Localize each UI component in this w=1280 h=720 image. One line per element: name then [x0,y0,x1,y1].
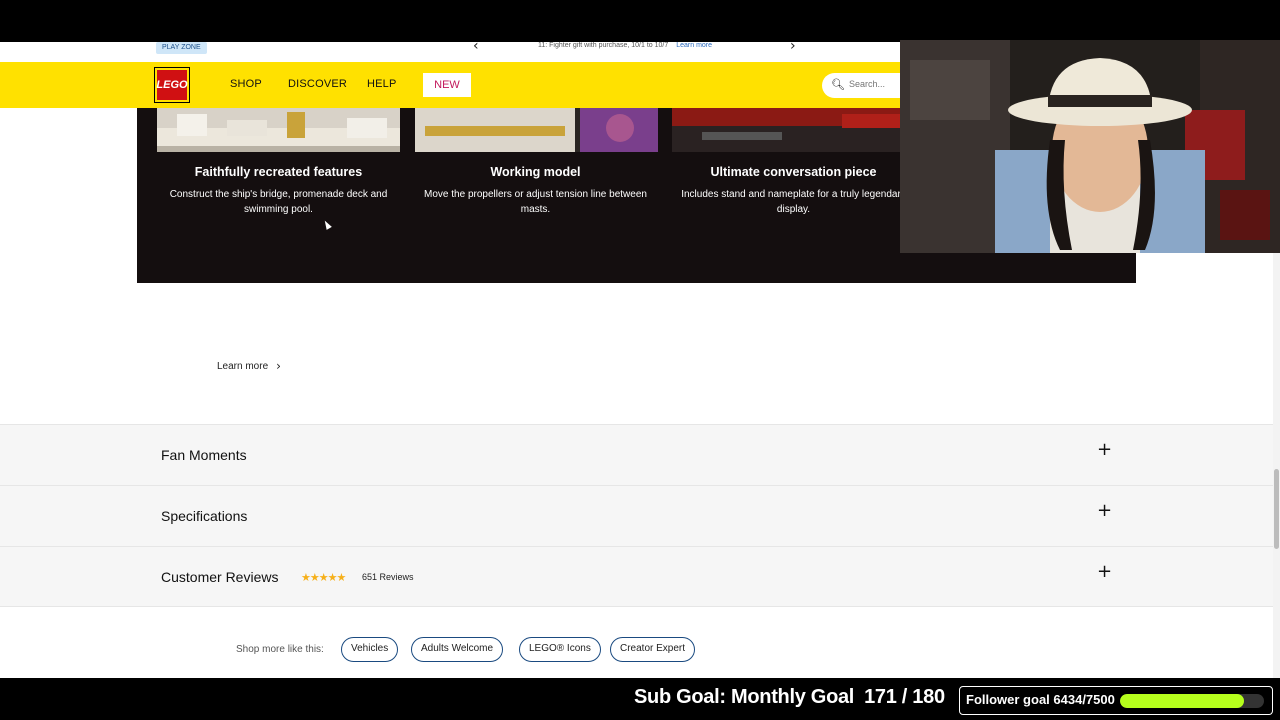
webcam-overlay [900,40,1280,253]
accordion-fan-moments[interactable]: Fan Moments + [0,424,1280,485]
promo-learn-more-link[interactable]: Learn more [676,42,712,49]
search-box[interactable]: 🔍︎ [822,73,912,98]
learn-more-label: Learn more [217,360,269,372]
search-icon: 🔍︎ [831,79,845,91]
feature-image-working-model [415,108,658,152]
plus-icon[interactable]: + [1097,561,1112,582]
review-count[interactable]: 651 Reviews [362,572,414,582]
feature-desc-2: Move the propellers or adjust tension li… [424,189,647,215]
main-nav: LEGO SHOP DISCOVER HELP NEW 🔍︎ [0,62,912,108]
follower-progress-fill [1120,694,1244,708]
feature-title-3: Ultimate conversation piece [710,165,877,179]
feature-title-1: Faithfully recreated features [194,165,363,179]
nav-help[interactable]: HELP [367,78,397,90]
promo-message-text: 11: Fighter gift with purchase, 10/1 to … [538,42,669,49]
sub-goal-count: 171 / 180 [864,686,945,708]
sub-goal-counter: Sub Goal: Monthly Goal 171 / 180 [634,686,945,709]
promo-message: 11: Fighter gift with purchase, 10/1 to … [538,42,712,50]
nav-new[interactable]: NEW [423,73,471,97]
learn-more-link[interactable]: Learn more › [217,359,281,373]
follower-progress-track [1120,694,1264,708]
sub-goal-label: Sub Goal: Monthly Goal [634,686,855,708]
follower-goal-widget: Follower goal 6434/7500 [959,686,1273,715]
feature-desc-3: Includes stand and nameplate for a truly… [681,189,906,215]
play-zone-badge[interactable]: PLAY ZONE [156,42,207,54]
accordion-customer-reviews[interactable]: Customer Reviews ★★★★★ 651 Reviews + [0,546,1280,607]
feature-title-2: Working model [490,165,581,179]
promo-strip: PLAY ZONE ‹ 11: Fighter gift with purcha… [0,42,900,62]
accordion-title: Fan Moments [161,447,247,463]
nav-discover[interactable]: DISCOVER [288,78,347,90]
shop-more-label: Shop more like this: [236,644,324,655]
feature-image-ship-deck [157,108,400,152]
follower-goal-label: Follower goal 6434/7500 [966,692,1115,707]
feature-image-display-stand [672,108,915,152]
chip-creator-expert[interactable]: Creator Expert [610,637,696,662]
scrollbar-thumb[interactable] [1274,469,1279,549]
accordion-specifications[interactable]: Specifications + [0,485,1280,546]
chevron-right-icon[interactable]: › [790,42,796,54]
chip-adults-welcome[interactable]: Adults Welcome [411,637,504,662]
chevron-right-icon: › [276,359,281,373]
rating-stars: ★★★★★ [301,572,346,584]
feature-desc-1: Construct the ship's bridge, promenade d… [169,189,388,215]
chip-vehicles[interactable]: Vehicles [341,637,399,662]
plus-icon[interactable]: + [1097,439,1112,460]
accordion-title: Specifications [161,508,248,524]
accordion-title: Customer Reviews [161,569,279,585]
lego-logo[interactable]: LEGO [155,68,189,102]
chip-lego-icons[interactable]: LEGO® Icons [519,637,601,662]
plus-icon[interactable]: + [1097,500,1112,521]
chevron-left-icon[interactable]: ‹ [473,42,479,54]
nav-shop[interactable]: SHOP [230,78,262,90]
